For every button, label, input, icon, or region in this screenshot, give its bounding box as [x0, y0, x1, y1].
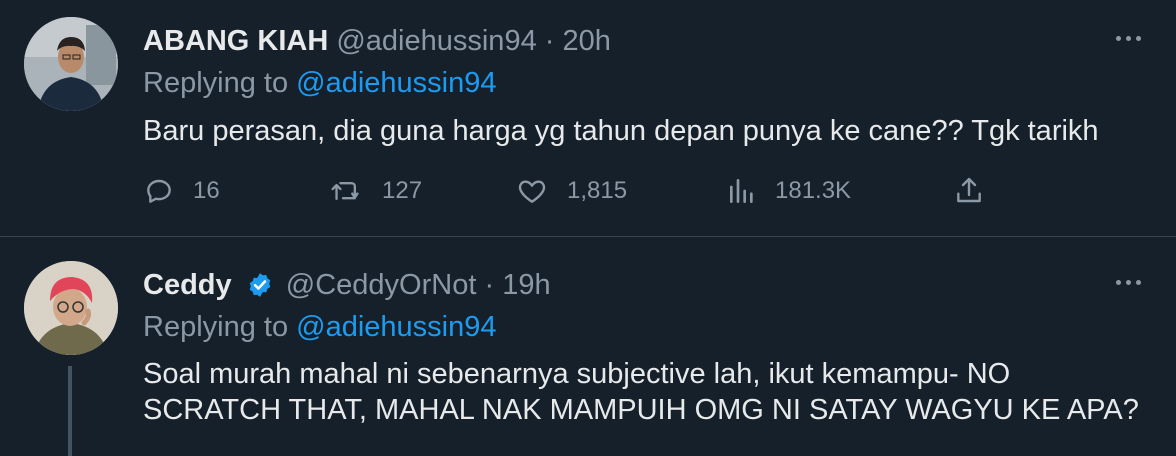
mention-link[interactable]: @adiehussin94 [296, 311, 496, 343]
display-name[interactable]: ABANG KIAH [143, 25, 328, 57]
like-icon [518, 180, 546, 203]
separator: · [484, 269, 495, 301]
tweet-text: Soal murah mahal ni sebenarnya subjectiv… [143, 358, 1139, 426]
mention-link[interactable]: @adiehussin94 [296, 67, 496, 99]
like-button[interactable]: 1,815 [515, 173, 627, 209]
reply-count: 16 [193, 177, 220, 204]
user-handle[interactable]: @CeddyOrNot [286, 269, 477, 301]
retweet-count: 127 [382, 177, 423, 204]
more-icon[interactable] [1108, 30, 1148, 46]
tweet-item[interactable]: Ceddy @CeddyOrNot · 19h Replying to @adi… [0, 237, 1176, 456]
tweet-header: Ceddy @CeddyOrNot · 19h [143, 267, 551, 303]
views-icon [730, 179, 753, 203]
reply-icon [147, 179, 171, 203]
share-button[interactable] [953, 173, 985, 209]
views-button[interactable]: 181.3K [727, 173, 851, 209]
timestamp[interactable]: 19h [502, 269, 550, 301]
avatar[interactable] [24, 17, 118, 111]
tweet-header: ABANG KIAH @adiehussin94 · 20h [143, 23, 611, 59]
replying-prefix: Replying to [143, 311, 289, 343]
share-icon [957, 177, 981, 203]
more-icon[interactable] [1108, 274, 1148, 290]
thread-line [68, 366, 72, 456]
verified-badge-icon [249, 273, 270, 297]
user-handle[interactable]: @adiehussin94 [336, 25, 536, 57]
tweet-text: Baru perasan, dia guna harga yg tahun de… [143, 115, 1099, 147]
avatar[interactable] [24, 261, 118, 355]
like-count: 1,815 [567, 177, 628, 204]
tweet-item[interactable]: ABANG KIAH @adiehussin94 · 20h Replying … [0, 0, 1176, 237]
avatar-photo [24, 17, 118, 111]
timestamp[interactable]: 20h [563, 25, 611, 57]
separator: · [544, 25, 555, 57]
replying-to: Replying to @adiehussin94 [143, 309, 497, 345]
retweet-icon [331, 181, 359, 201]
views-count: 181.3K [775, 177, 852, 204]
display-name[interactable]: Ceddy [143, 269, 232, 301]
retweet-button[interactable]: 127 [330, 173, 422, 209]
replying-prefix: Replying to [143, 67, 289, 99]
avatar-photo [24, 261, 118, 355]
reply-button[interactable]: 16 [143, 173, 220, 209]
replying-to: Replying to @adiehussin94 [143, 65, 497, 101]
